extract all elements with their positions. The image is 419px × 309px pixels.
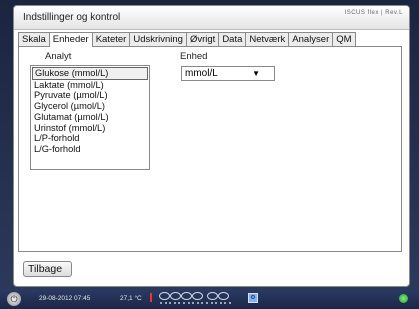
tab-udskrivning[interactable]: Udskrivning bbox=[129, 32, 187, 46]
analyte-list-item[interactable]: Urinstof (mmol/L) bbox=[31, 123, 149, 134]
sample-dot-icon bbox=[173, 302, 176, 304]
sample-slot-icon bbox=[192, 292, 203, 300]
analyte-list-item[interactable]: L/G-forhold bbox=[31, 144, 149, 155]
unit-dropdown-value: mmol/L bbox=[185, 68, 218, 79]
settings-status-icon[interactable]: ⚙ bbox=[248, 293, 258, 303]
sample-dot-icon bbox=[183, 302, 185, 304]
tab-analyser[interactable]: Analyser bbox=[288, 32, 334, 46]
network-status-icon bbox=[399, 294, 408, 303]
sample-dot-icon bbox=[164, 302, 167, 304]
sample-dot-icon bbox=[224, 302, 227, 304]
sample-dot-icon bbox=[219, 302, 222, 304]
analyte-list-item[interactable]: Glukose (mmol/L) bbox=[32, 67, 148, 80]
tab-enheder[interactable]: Enheder bbox=[48, 32, 93, 47]
sample-dot-icon bbox=[201, 302, 204, 304]
back-button[interactable]: Tilbage bbox=[23, 261, 72, 277]
tab-skala[interactable]: Skala bbox=[18, 32, 50, 46]
tab-øvrigt[interactable]: Øvrigt bbox=[185, 32, 220, 46]
settings-window: Indstillinger og kontrol ISCUS flex | Re… bbox=[13, 5, 410, 287]
sample-dot-icon bbox=[160, 302, 162, 304]
sample-slots-indicator bbox=[159, 291, 239, 308]
sample-dot-icon bbox=[169, 302, 172, 304]
sample-slot-icon bbox=[207, 292, 218, 300]
sample-dot-icon bbox=[192, 302, 195, 304]
window-title: Indstillinger og kontrol bbox=[23, 12, 121, 23]
chevron-down-icon[interactable]: ▼ bbox=[252, 67, 260, 80]
analyte-list-item[interactable]: Pyruvate (µmol/L) bbox=[31, 90, 149, 101]
tab-qm[interactable]: QM bbox=[332, 32, 356, 46]
analyte-list-item[interactable]: L/P-forhold bbox=[31, 133, 149, 144]
unit-column-label: Enhed bbox=[180, 51, 208, 62]
analyte-list-item[interactable]: Glycerol (µmol/L) bbox=[31, 101, 149, 112]
sample-slot-icon bbox=[181, 292, 192, 300]
title-bar: Indstillinger og kontrol ISCUS flex | Re… bbox=[14, 6, 409, 30]
date-time: 29-08-2012 07:45 bbox=[39, 295, 91, 302]
analyte-list-item[interactable]: Glutamat (µmol/L) bbox=[31, 112, 149, 123]
brand-label: ISCUS flex | Rev.L bbox=[344, 10, 403, 16]
status-bar: ⏻ 29-08-2012 07:45 27,1 °C ⚙ bbox=[0, 290, 419, 309]
sample-slot-icon bbox=[218, 292, 229, 300]
analyte-list-item[interactable]: Laktate (mmol/L) bbox=[31, 80, 149, 91]
sample-dot-icon bbox=[178, 302, 181, 304]
power-icon[interactable]: ⏻ bbox=[7, 292, 21, 306]
tab-netværk[interactable]: Netværk bbox=[245, 32, 290, 46]
analyte-list[interactable]: Glukose (mmol/L) Laktate (mmol/L) Pyruvate… bbox=[30, 65, 150, 170]
sample-slot-icon bbox=[159, 292, 170, 300]
tab-data[interactable]: Data bbox=[218, 32, 247, 46]
sample-dot-icon bbox=[210, 302, 213, 304]
sample-dot-icon bbox=[229, 302, 231, 304]
sample-dot-icon bbox=[215, 302, 218, 304]
sample-slot-icon bbox=[170, 292, 181, 300]
device-screen: Indstillinger og kontrol ISCUS flex | Re… bbox=[0, 0, 419, 309]
unit-dropdown[interactable]: mmol/L ▼ bbox=[181, 66, 275, 81]
sample-dot-icon bbox=[187, 302, 190, 304]
warning-indicator-icon bbox=[150, 293, 152, 302]
temperature-readout: 27,1 °C bbox=[120, 295, 142, 302]
tab-bar: Skala Enheder Kateter Udskrivning Øvrigt Data… bbox=[18, 32, 356, 47]
tab-kateter[interactable]: Kateter bbox=[91, 32, 131, 46]
units-panel: Analyt Enhed Glukose (mmol/L) Laktate (mm… bbox=[18, 46, 402, 252]
analyte-column-label: Analyt bbox=[45, 51, 72, 62]
sample-dot-icon bbox=[196, 302, 199, 304]
sample-dot-icon bbox=[206, 302, 208, 304]
